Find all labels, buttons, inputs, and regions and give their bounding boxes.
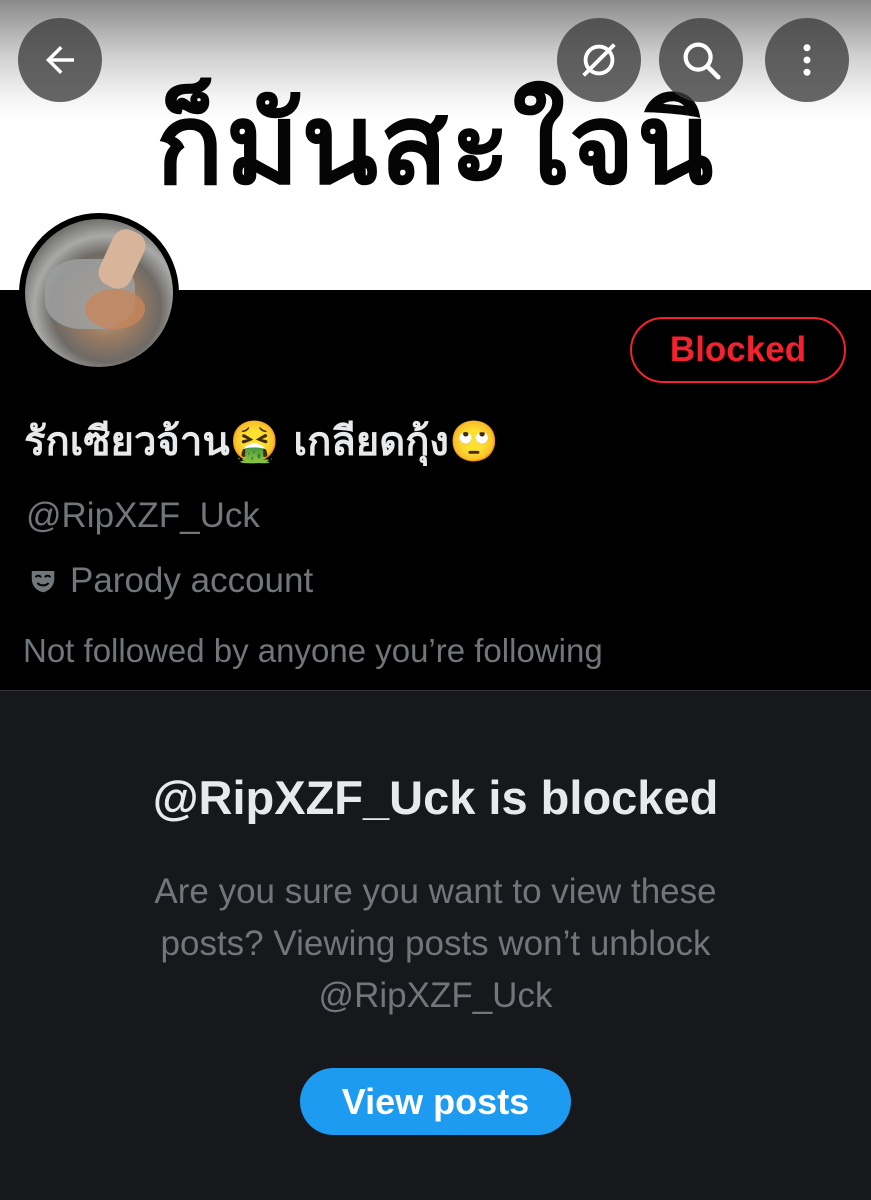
blocked-button[interactable]: Blocked bbox=[630, 317, 846, 383]
profile-page: ก็มันสะใจนิ Blocked รักเซียวจ้าน🤮 เกลียด… bbox=[0, 0, 871, 1200]
parody-mask-icon bbox=[31, 571, 55, 593]
grok-icon bbox=[582, 43, 616, 77]
search-icon bbox=[683, 42, 721, 80]
more-options-button[interactable] bbox=[765, 18, 849, 102]
display-name: รักเซียวจ้าน🤮 เกลียดกุ้ง🙄 bbox=[24, 419, 499, 465]
search-button[interactable] bbox=[659, 18, 743, 102]
followers-you-know-note: Not followed by anyone you’re following bbox=[23, 632, 603, 669]
grok-button[interactable] bbox=[557, 18, 641, 102]
avatar[interactable] bbox=[19, 213, 179, 373]
view-posts-button[interactable]: View posts bbox=[300, 1068, 571, 1135]
user-handle: @RipXZF_Uck bbox=[26, 496, 260, 535]
avatar-image bbox=[25, 219, 173, 367]
blocked-notice-description: Are you sure you want to view these post… bbox=[154, 872, 717, 1015]
parody-label: Parody account bbox=[28, 558, 313, 604]
parody-text: Parody account bbox=[70, 561, 314, 600]
blocked-notice-title: @RipXZF_Uck is blocked bbox=[152, 771, 719, 824]
arrow-left-icon bbox=[46, 46, 74, 74]
banner-text: ก็มันสะใจนิ bbox=[155, 80, 716, 210]
back-button[interactable] bbox=[18, 18, 102, 102]
more-vertical-icon bbox=[803, 44, 811, 76]
